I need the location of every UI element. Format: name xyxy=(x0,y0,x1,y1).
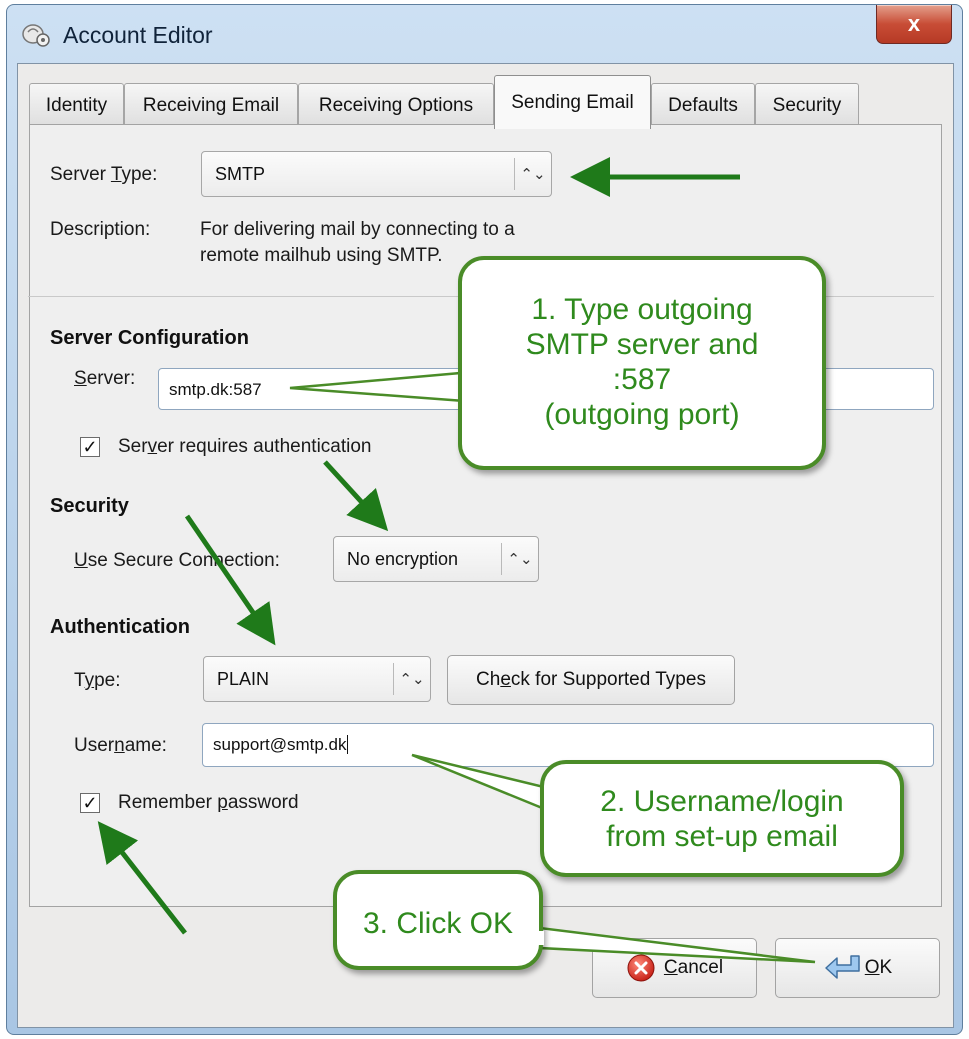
requires-auth-label: Server requires authentication xyxy=(118,436,372,457)
updown-chevron-icon: ⌃⌄ xyxy=(393,663,430,695)
username-input-value: support@smtp.dk xyxy=(213,735,347,754)
auth-type-label: Type: xyxy=(74,670,121,691)
callout-server-instructions: 1. Type outgoing SMTP server and :587 (o… xyxy=(458,256,826,470)
window-title: Account Editor xyxy=(63,22,213,48)
auth-type-value: PLAIN xyxy=(217,669,270,689)
tab-security[interactable]: Security xyxy=(755,83,859,127)
callout-click-ok: 3. Click OK xyxy=(333,870,543,970)
server-input-value: smtp.dk:587 xyxy=(169,380,262,399)
tab-sending-email[interactable]: Sending Email xyxy=(494,75,651,129)
auth-type-select[interactable]: PLAIN ⌃⌄ xyxy=(203,656,431,702)
text-caret xyxy=(347,735,349,754)
ok-button[interactable]: OK xyxy=(775,938,940,998)
remember-password-checkbox[interactable]: ✓ xyxy=(80,793,100,813)
server-type-value: SMTP xyxy=(215,164,266,184)
secure-connection-value: No encryption xyxy=(347,549,459,569)
secure-connection-select[interactable]: No encryption ⌃⌄ xyxy=(333,536,539,582)
callout-username-instructions: 2. Username/login from set-up email xyxy=(540,760,904,877)
tab-receiving-email[interactable]: Receiving Email xyxy=(124,83,298,127)
enter-arrow-icon xyxy=(825,955,860,979)
check-supported-types-button[interactable]: Ch e ck for Supported Types xyxy=(447,655,735,705)
description-label: Description: xyxy=(50,219,151,240)
close-button[interactable]: x xyxy=(876,5,952,44)
account-editor-app-icon xyxy=(22,24,50,47)
cancel-button[interactable]: Cancel xyxy=(592,938,757,998)
username-label: Username: xyxy=(74,735,167,756)
server-type-select[interactable]: SMTP ⌃⌄ xyxy=(201,151,552,197)
tab-receiving-options[interactable]: Receiving Options xyxy=(298,83,494,127)
title-bar[interactable]: Account Editor xyxy=(7,5,962,63)
updown-chevron-icon: ⌃⌄ xyxy=(501,543,538,575)
secure-connection-label: Use Secure Connection: xyxy=(74,550,280,571)
remember-password-label: Remember password xyxy=(118,792,299,813)
server-label: Server: xyxy=(74,368,136,389)
security-heading: Security xyxy=(50,495,129,517)
server-configuration-heading: Server Configuration xyxy=(50,327,249,349)
requires-auth-checkbox[interactable]: ✓ xyxy=(80,437,100,457)
updown-chevron-icon: ⌃⌄ xyxy=(514,158,551,190)
cancel-icon xyxy=(627,954,655,982)
description-line-2: remote mailhub using SMTP. xyxy=(200,245,443,266)
close-icon: x xyxy=(907,11,921,36)
description-line-1: For delivering mail by connecting to a xyxy=(200,219,515,240)
server-type-label: Server Type: xyxy=(50,164,158,185)
authentication-heading: Authentication xyxy=(50,616,190,638)
tab-defaults[interactable]: Defaults xyxy=(651,83,755,127)
tab-identity[interactable]: Identity xyxy=(29,83,124,127)
